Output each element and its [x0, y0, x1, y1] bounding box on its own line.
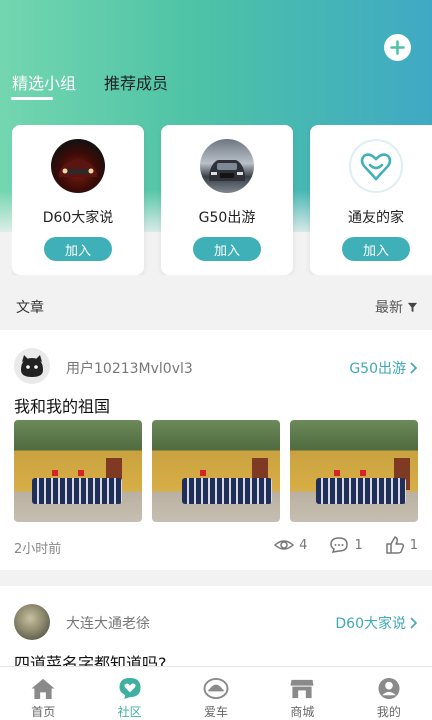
group-name: D60大家说	[42, 210, 114, 226]
post-stats: 4 1 1	[274, 536, 418, 554]
tab-store[interactable]: 商城	[259, 667, 345, 720]
views-stat: 4	[274, 536, 307, 554]
post-group-link[interactable]: D60大家说	[335, 613, 418, 633]
group-card[interactable]: D60大家说 加入	[12, 125, 144, 275]
post-group-label: D60大家说	[335, 616, 406, 632]
car-front-icon	[59, 159, 97, 177]
tab-profile[interactable]: 我的	[346, 667, 432, 720]
post-photo[interactable]	[152, 420, 280, 522]
views-count: 4	[299, 537, 308, 553]
profile-icon	[378, 677, 400, 700]
avatar[interactable]	[14, 348, 50, 384]
articles-title: 文章	[16, 300, 44, 316]
post-timestamp: 2小时前	[14, 542, 62, 557]
join-button[interactable]: 加入	[342, 237, 410, 261]
post-photo[interactable]	[290, 420, 418, 522]
articles-header: 文章 最新	[0, 285, 432, 327]
car-icon	[203, 677, 229, 700]
community-icon	[119, 677, 141, 700]
tab-community-label: 社区	[117, 705, 142, 719]
comments-count: 1	[354, 537, 363, 553]
cat-avatar-icon	[14, 348, 50, 384]
group-avatar	[200, 139, 254, 193]
tab-community[interactable]: 社区	[86, 667, 172, 720]
avatar[interactable]	[14, 604, 50, 640]
comment-icon	[330, 537, 349, 553]
add-button[interactable]	[384, 34, 411, 61]
plus-icon	[390, 40, 405, 55]
group-card[interactable]: 通友的家 加入	[310, 125, 432, 275]
post-photos	[14, 420, 418, 522]
post-username[interactable]: 大连大通老徐	[66, 613, 150, 633]
post-title[interactable]: 我和我的祖国	[14, 393, 110, 417]
chevron-right-icon	[410, 617, 418, 629]
group-name: 通友的家	[348, 210, 404, 226]
filter-icon	[407, 302, 418, 312]
chevron-right-icon	[410, 362, 418, 374]
tab-home-label: 首页	[31, 705, 56, 719]
bottom-tab-bar: 首页 社区 爱车 商城 我的	[0, 666, 432, 720]
group-card[interactable]: G50出游 加入	[161, 125, 293, 275]
post-group-label: G50出游	[349, 361, 406, 377]
likes-count: 1	[409, 537, 418, 553]
sort-filter[interactable]: 最新	[375, 297, 418, 317]
tab-car[interactable]: 爱车	[173, 667, 259, 720]
post-card[interactable]: 用户10213Mvl0vl3 G50出游 我和我的祖国 2小时前 4 1 1	[0, 330, 432, 570]
tab-profile-label: 我的	[376, 705, 401, 719]
eye-icon	[274, 540, 295, 550]
group-avatar	[51, 139, 105, 193]
car-front-icon	[209, 160, 245, 181]
home-icon	[31, 678, 55, 700]
group-avatar	[349, 139, 403, 193]
tab-home[interactable]: 首页	[0, 667, 86, 720]
heart-icon	[360, 153, 392, 181]
post-card[interactable]: 大连大通老徐 D60大家说 四道菜名字都知道吗?	[0, 586, 432, 676]
join-button[interactable]: 加入	[193, 237, 261, 261]
join-button[interactable]: 加入	[44, 237, 112, 261]
group-carousel[interactable]: D60大家说 加入 G50出游 加入 通友的家 加入	[12, 125, 432, 275]
tab-recommended-members[interactable]: 推荐成员	[104, 70, 168, 104]
group-name: G50出游	[198, 210, 256, 226]
likes-stat[interactable]: 1	[385, 536, 418, 554]
tab-car-label: 爱车	[204, 705, 229, 719]
comments-stat[interactable]: 1	[329, 536, 363, 554]
post-username[interactable]: 用户10213Mvl0vl3	[66, 358, 193, 378]
post-group-link[interactable]: G50出游	[349, 358, 418, 378]
active-tab-indicator	[11, 97, 53, 100]
sort-label: 最新	[375, 300, 403, 316]
post-photo[interactable]	[14, 420, 142, 522]
tab-store-label: 商城	[290, 705, 315, 719]
store-icon	[290, 679, 314, 699]
thumbs-up-icon	[385, 536, 404, 554]
